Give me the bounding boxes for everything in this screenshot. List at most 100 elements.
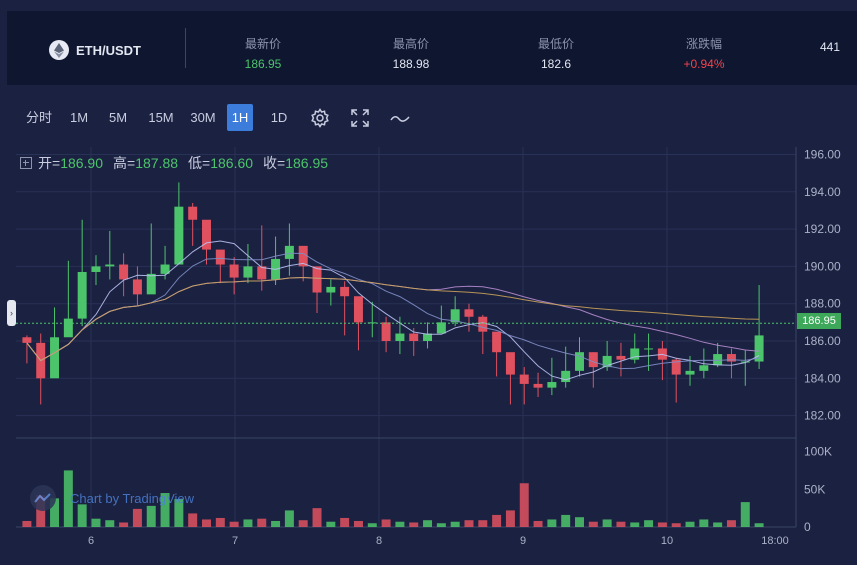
candle-body: [547, 382, 557, 388]
low-label: 低=: [188, 155, 211, 171]
candle-body: [561, 370, 571, 383]
candle-body: [105, 264, 115, 267]
volume-bar: [657, 522, 667, 527]
candle-body: [284, 245, 294, 259]
high-label: 高=: [113, 155, 136, 171]
candle-body: [50, 337, 60, 379]
volume-bar: [381, 519, 391, 527]
ma5-line: [26, 240, 760, 381]
candle-body: [616, 355, 626, 360]
candle-body: [215, 249, 225, 265]
volume-bar: [395, 521, 405, 527]
candle-body: [340, 286, 350, 297]
volume-bar: [561, 514, 571, 527]
time-tick-label: 9: [520, 535, 526, 547]
volume-bar: [450, 521, 460, 527]
close-label: 收=: [263, 155, 286, 171]
candle-body: [409, 333, 419, 341]
volume-bar: [436, 523, 446, 527]
volume-bar: [478, 520, 488, 527]
volume-bar: [105, 520, 115, 527]
volume-bar: [547, 519, 557, 527]
candle-body: [63, 318, 73, 338]
volume-bar: [588, 521, 598, 527]
open-value: 186.90: [60, 155, 104, 171]
price-tick-label: 186.00: [804, 334, 841, 348]
volume-bar: [91, 518, 101, 527]
candle-body: [91, 266, 101, 272]
volume-bar: [340, 517, 350, 527]
volume-bar: [713, 522, 723, 527]
volume-bar: [119, 522, 129, 527]
volume-bar: [685, 521, 695, 527]
close-value: 186.95: [285, 155, 329, 171]
candle-body: [492, 331, 502, 353]
candle-body: [188, 206, 198, 220]
price-tick-label: 190.00: [804, 259, 841, 273]
volume-tick-label: 50K: [804, 482, 825, 496]
volume-bar: [188, 513, 198, 527]
volume-bar: [284, 510, 294, 527]
candle-body: [326, 286, 336, 293]
watermark-text: Chart by TradingView: [70, 490, 195, 506]
candle-body: [312, 266, 322, 293]
volume-bar: [409, 522, 419, 527]
volume-bar: [616, 521, 626, 527]
volume-bar: [575, 517, 584, 527]
candle-body: [353, 296, 363, 323]
volume-bar: [132, 508, 142, 527]
scroll-handle[interactable]: ›: [7, 300, 16, 326]
time-tick-label: 8: [376, 535, 382, 547]
volume-bar: [699, 519, 709, 527]
candle-body: [77, 271, 87, 319]
candle-body: [644, 348, 654, 350]
candlestick-chart[interactable]: 182.00 184.00 186.00 188.00 190.00 192.00 194.…: [0, 0, 857, 565]
last-price-tag: 186.95: [797, 313, 841, 329]
ma10-line: [26, 252, 760, 370]
tradingview-watermark[interactable]: Chart by TradingView: [30, 485, 194, 511]
volume-bar: [271, 520, 281, 527]
volume-bar: [644, 520, 654, 527]
candle-body: [685, 370, 695, 375]
candle-body: [519, 374, 529, 384]
volume-bar: [754, 523, 764, 527]
volume-bar: [505, 510, 515, 527]
volume-bar: [215, 517, 225, 527]
candle-body: [146, 273, 156, 295]
volume-bar: [423, 520, 433, 527]
volume-bar: [671, 523, 681, 527]
open-label: 开=: [38, 155, 61, 171]
volume-bar: [519, 483, 529, 527]
price-tick-label: 184.00: [804, 371, 841, 385]
volume-bar: [202, 519, 211, 527]
candle-body: [713, 354, 723, 366]
high-value: 187.88: [135, 155, 179, 171]
candle-body: [243, 266, 253, 278]
price-tick-label: 194.00: [804, 185, 841, 199]
time-tick-label: 18:00: [761, 535, 789, 547]
volume-bar: [257, 518, 267, 527]
volume-bar: [726, 520, 736, 527]
price-tick-label: 188.00: [804, 297, 841, 311]
volume-bar: [326, 521, 336, 527]
low-value: 186.60: [210, 155, 254, 171]
volume-bar: [367, 523, 377, 527]
volume-bar: [22, 520, 32, 527]
candle-body: [395, 333, 405, 341]
volume-bar: [740, 502, 750, 527]
volume-bar: [229, 521, 239, 527]
price-tick-label: 196.00: [804, 147, 841, 161]
candle-body: [478, 316, 488, 332]
candle-body: [132, 279, 142, 295]
candle-body: [119, 264, 129, 280]
candle-body: [229, 264, 239, 278]
volume-bar: [312, 508, 322, 527]
price-tick-label: 192.00: [804, 222, 841, 236]
price-tick-label: 182.00: [804, 409, 841, 423]
expand-legend-icon[interactable]: [20, 157, 32, 169]
candle-body: [505, 352, 515, 375]
candle-body: [22, 337, 32, 343]
volume-bar: [492, 514, 502, 527]
candle-body: [533, 383, 543, 388]
ohlc-legend: 开= 186.90 高= 187.88 低= 186.60 收= 186.95: [20, 153, 338, 173]
